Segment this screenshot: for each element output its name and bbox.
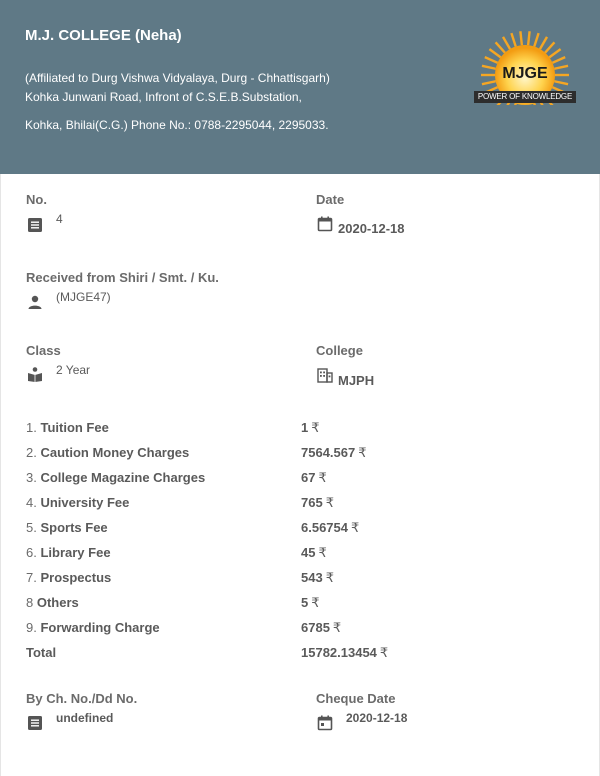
fee-row: 4. University Fee 765 ₹ (26, 495, 586, 513)
person-icon (28, 295, 42, 309)
receipt-body: No. 4 Date 2020-12-18 Received from Shir… (0, 174, 600, 776)
logo-tagline: POWER OF KNOWLEDGE (474, 91, 576, 103)
date-value: 2020-12-18 (338, 221, 405, 236)
cheque-receipt-icon (28, 716, 42, 730)
fee-label: College Magazine Charges (40, 470, 206, 485)
fee-number: 8 (26, 595, 34, 610)
date-label: Date (316, 192, 345, 207)
college-value: MJPH (338, 373, 375, 388)
fee-label: Forwarding Charge (40, 620, 160, 635)
received-from-value: (MJGE47) (56, 290, 111, 304)
fee-number: 5. (26, 520, 37, 535)
cheque-date-value: 2020-12-18 (346, 711, 408, 725)
fee-label: Prospectus (40, 570, 112, 585)
fee-amount: 1 ₹ (301, 420, 320, 435)
fee-row: 3. College Magazine Charges 67 ₹ (26, 470, 586, 488)
address-line-1: Kohka Junwani Road, Infront of C.S.E.B.S… (25, 90, 302, 104)
fee-label: Sports Fee (40, 520, 108, 535)
building-icon (317, 368, 333, 383)
fee-row: 5. Sports Fee 6.56754 ₹ (26, 520, 586, 538)
receipt-no-value: 4 (56, 212, 63, 226)
fee-amount: 67 ₹ (301, 470, 327, 485)
fee-name: 5. Sports Fee (26, 520, 108, 535)
fee-row: 2. Caution Money Charges 7564.567 ₹ (26, 445, 586, 463)
fee-row: 1. Tuition Fee 1 ₹ (26, 420, 586, 438)
class-book-icon (28, 367, 42, 382)
fee-label: Caution Money Charges (40, 445, 190, 460)
cheque-no-value: undefined (56, 711, 114, 725)
fee-row: 6. Library Fee 45 ₹ (26, 545, 586, 563)
receipt-header: M.J. COLLEGE (Neha) (Affiliated to Durg … (0, 0, 600, 174)
fee-number: 6. (26, 545, 37, 560)
fee-name: 3. College Magazine Charges (26, 470, 205, 485)
fee-number: 3. (26, 470, 37, 485)
fee-row: 7. Prospectus 543 ₹ (26, 570, 586, 588)
fee-name: 6. Library Fee (26, 545, 111, 560)
college-name: M.J. COLLEGE (Neha) (25, 27, 182, 44)
fee-row: 8 Others 5 ₹ (26, 595, 586, 613)
received-from-label: Received from Shiri / Smt. / Ku. (26, 270, 219, 285)
fee-name: 7. Prospectus (26, 570, 111, 585)
class-label: Class (26, 343, 61, 358)
fee-row: 9. Forwarding Charge 6785 ₹ (26, 620, 586, 638)
fee-label: Others (36, 595, 79, 610)
fee-number: 9. (26, 620, 37, 635)
cheque-date-label: Cheque Date (316, 691, 396, 706)
fee-name: 8 Others (26, 595, 79, 610)
logo-text: MJGE (502, 65, 548, 82)
receipt-no-label: No. (26, 192, 47, 207)
fee-number: 1. (26, 420, 37, 435)
fee-name: 1. Tuition Fee (26, 420, 109, 435)
fee-amount: 7564.567 ₹ (301, 445, 367, 460)
affiliation-text: (Affiliated to Durg Vishwa Vidyalaya, Du… (25, 71, 330, 85)
calendar-icon (317, 216, 333, 232)
fee-name: 2. Caution Money Charges (26, 445, 189, 460)
address-line-2: Kohka, Bhilai(C.G.) Phone No.: 0788-2295… (25, 118, 329, 132)
fee-amount: 765 ₹ (301, 495, 334, 510)
college-logo: MJGE POWER OF KNOWLEDGE (474, 25, 576, 105)
fee-amount: 543 ₹ (301, 570, 334, 585)
total-label: Total (26, 645, 57, 660)
fee-label: University Fee (40, 495, 130, 510)
college-label: College (316, 343, 363, 358)
fee-label: Tuition Fee (40, 420, 109, 435)
total-row: Total 15782.13454 ₹ (26, 645, 586, 663)
fee-amount: 6785 ₹ (301, 620, 342, 635)
fee-number: 7. (26, 570, 37, 585)
fee-name: 4. University Fee (26, 495, 129, 510)
cheque-calendar-icon (317, 715, 333, 731)
class-value: 2 Year (56, 363, 91, 377)
total-value: 15782.13454 ₹ (301, 645, 389, 660)
cheque-no-label: By Ch. No./Dd No. (26, 691, 138, 706)
fee-amount: 5 ₹ (301, 595, 320, 610)
fee-amount: 45 ₹ (301, 545, 327, 560)
fee-number: 2. (26, 445, 37, 460)
fee-amount: 6.56754 ₹ (301, 520, 360, 535)
fee-number: 4. (26, 495, 37, 510)
receipt-icon (28, 218, 42, 232)
fee-label: Library Fee (40, 545, 111, 560)
fee-name: 9. Forwarding Charge (26, 620, 160, 635)
